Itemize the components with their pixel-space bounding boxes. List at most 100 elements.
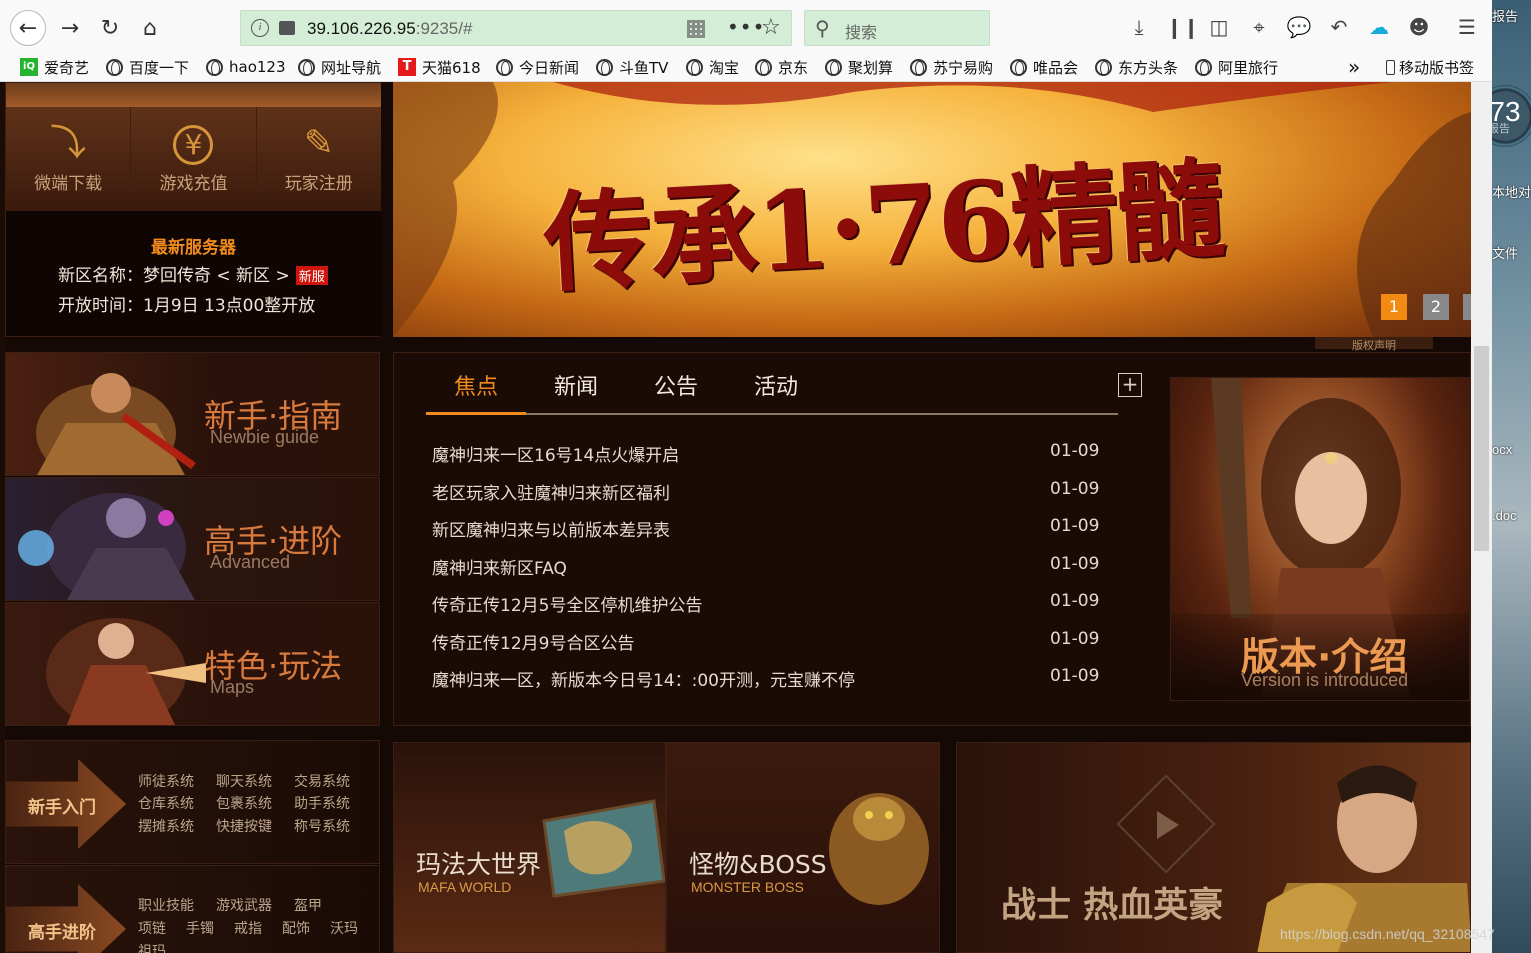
system-link[interactable]: 师徒系统 bbox=[138, 771, 194, 791]
system-link[interactable]: 手镯 bbox=[186, 918, 214, 938]
search-box[interactable]: ⚲ 搜索 bbox=[804, 10, 990, 46]
news-item[interactable]: 魔神归来一区，新版本今日号14：:00开测，元宝赚不停 01-09 bbox=[432, 666, 1104, 696]
system-link[interactable]: 戒指 bbox=[234, 918, 262, 938]
bookmarks-overflow-button[interactable]: » bbox=[1348, 55, 1360, 79]
page-actions-icon[interactable]: ••• bbox=[727, 15, 765, 39]
bookmark-label: 苏宁易购 bbox=[933, 58, 994, 77]
guide-features[interactable]: 特色·玩法 Maps bbox=[5, 602, 380, 726]
qr-code-icon[interactable] bbox=[687, 20, 705, 38]
system-link[interactable]: 游戏武器 bbox=[216, 895, 272, 915]
forward-button[interactable]: → bbox=[52, 10, 88, 46]
page-scrollbar[interactable] bbox=[1471, 82, 1492, 953]
news-item[interactable]: 传奇正传12月5号全区停机维护公告 01-09 bbox=[432, 591, 1104, 621]
system-link[interactable]: 沃玛 bbox=[330, 918, 358, 938]
banner-page-3[interactable]: 3 bbox=[1463, 294, 1471, 320]
bookmark-item[interactable]: 淘宝 bbox=[686, 56, 739, 78]
desktop-label[interactable]: 文件 bbox=[1492, 243, 1518, 262]
reload-button[interactable]: ↻ bbox=[92, 10, 128, 46]
desktop-label[interactable]: 本地对 bbox=[1492, 182, 1531, 201]
banner-page-1[interactable]: 1 bbox=[1381, 294, 1407, 320]
bookmark-item[interactable]: 东方头条 bbox=[1095, 56, 1178, 78]
play-icon[interactable] bbox=[1157, 811, 1179, 839]
system-link[interactable]: 聊天系统 bbox=[216, 771, 272, 791]
quick-link-download[interactable]: ⤵ 微端下载 bbox=[6, 107, 132, 211]
home-button[interactable]: ⌂ bbox=[132, 10, 168, 46]
news-date: 01-09 bbox=[1050, 441, 1100, 461]
url-text[interactable]: 39.106.226.95:9235/# bbox=[307, 19, 472, 39]
guide-newbie[interactable]: 新手·指南 Newbie guide bbox=[5, 352, 380, 476]
info-icon[interactable]: i bbox=[251, 19, 269, 37]
quick-link-recharge[interactable]: ¥ 游戏充值 bbox=[131, 107, 257, 211]
guide-advanced[interactable]: 高手·进阶 Advanced bbox=[5, 477, 380, 601]
bookmark-item[interactable]: 百度一下 bbox=[106, 56, 189, 78]
quick-link-register[interactable]: ✎ 玩家注册 bbox=[256, 107, 381, 211]
undo-icon[interactable]: ↶ bbox=[1326, 14, 1352, 40]
bookmark-label: 淘宝 bbox=[709, 58, 740, 77]
browser-toolbar: ← → ↻ ⌂ i 39.106.226.95:9235/# ••• ☆ ⚲ 搜… bbox=[0, 0, 1492, 56]
account-icon[interactable]: ☻ bbox=[1406, 14, 1432, 40]
bookmark-iqiyi[interactable]: iQ 爱奇艺 bbox=[20, 56, 89, 78]
system-link[interactable]: 职业技能 bbox=[138, 895, 194, 915]
bookmark-item[interactable]: 斗鱼TV bbox=[596, 56, 668, 78]
bookmark-tmall[interactable]: T 天猫618 bbox=[398, 56, 481, 78]
entry-title[interactable]: 高手进阶 bbox=[28, 918, 96, 943]
tab-announcements[interactable]: 公告 bbox=[654, 369, 698, 401]
scrollbar-thumb[interactable] bbox=[1474, 346, 1489, 551]
system-link[interactable]: 仓库系统 bbox=[138, 793, 194, 813]
bookmark-label: 东方头条 bbox=[1118, 58, 1179, 77]
system-link[interactable]: 称号系统 bbox=[294, 816, 350, 836]
more-news-button[interactable]: + bbox=[1118, 373, 1142, 397]
bookmark-item[interactable]: 京东 bbox=[755, 56, 808, 78]
bookmark-item[interactable]: 今日新闻 bbox=[496, 56, 579, 78]
bookmark-item[interactable]: 聚划算 bbox=[825, 56, 893, 78]
feature-mafa-world[interactable]: 玛法大世界 MAFA WORLD bbox=[393, 742, 666, 953]
cloud-icon[interactable]: ☁ bbox=[1366, 14, 1392, 40]
news-item[interactable]: 老区玩家入驻魔神归来新区福利 01-09 bbox=[432, 479, 1104, 509]
bookmark-label: 网址导航 bbox=[321, 58, 382, 77]
download-icon[interactable]: ⤓ bbox=[1126, 14, 1152, 40]
desktop-label[interactable]: ocx bbox=[1492, 442, 1512, 457]
screenshot-icon[interactable]: ⌖ bbox=[1246, 14, 1272, 40]
sidebar-icon[interactable]: ◫ bbox=[1206, 14, 1232, 40]
tab-news[interactable]: 新闻 bbox=[554, 369, 598, 401]
feature-warrior-video[interactable]: 战士 热血英豪 bbox=[956, 742, 1471, 953]
mobile-bookmarks[interactable]: 移动版书签 bbox=[1386, 56, 1474, 78]
bookmark-item[interactable]: 阿里旅行 bbox=[1195, 56, 1278, 78]
version-intro-card[interactable]: 版本·介绍 Version is introduced bbox=[1170, 377, 1470, 701]
system-link[interactable]: 快捷按键 bbox=[216, 816, 272, 836]
system-link[interactable]: 包裹系统 bbox=[216, 793, 272, 813]
system-link[interactable]: 盔甲 bbox=[294, 895, 322, 915]
entry-title[interactable]: 新手入门 bbox=[28, 793, 96, 818]
chat-icon[interactable]: 💬 bbox=[1286, 14, 1312, 40]
copyright-tab[interactable]: 版权声明 bbox=[1315, 337, 1433, 352]
system-link[interactable]: 助手系统 bbox=[294, 793, 350, 813]
desktop-label[interactable]: 报告 bbox=[1492, 6, 1518, 25]
tab-events[interactable]: 活动 bbox=[754, 369, 798, 401]
library-icon[interactable]: ❙❙ bbox=[1166, 14, 1200, 40]
system-link[interactable]: 摆摊系统 bbox=[138, 816, 194, 836]
news-item[interactable]: 传奇正传12月9号合区公告 01-09 bbox=[432, 629, 1104, 659]
bookmark-star-icon[interactable]: ☆ bbox=[761, 15, 781, 40]
bookmark-item[interactable]: 唯品会 bbox=[1010, 56, 1078, 78]
active-tab-indicator bbox=[426, 412, 526, 415]
bookmark-item[interactable]: 网址导航 bbox=[298, 56, 381, 78]
news-item[interactable]: 魔神归来一区16号14点火爆开启 01-09 bbox=[432, 441, 1104, 471]
banner-page-2[interactable]: 2 bbox=[1423, 294, 1449, 320]
news-item[interactable]: 新区魔神归来与以前版本差异表 01-09 bbox=[432, 516, 1104, 546]
bookmark-item[interactable]: 苏宁易购 bbox=[910, 56, 993, 78]
hero-banner[interactable]: 传承1·76精髓 1 2 3 bbox=[393, 82, 1471, 337]
address-bar[interactable]: i 39.106.226.95:9235/# ••• ☆ bbox=[240, 10, 792, 46]
news-title: 传奇正传12月9号合区公告 bbox=[432, 634, 635, 654]
system-link[interactable]: 祖玛 bbox=[138, 941, 166, 953]
tab-focus[interactable]: 焦点 bbox=[454, 369, 498, 401]
system-link[interactable]: 项链 bbox=[138, 918, 166, 938]
desktop-label[interactable]: .doc bbox=[1492, 508, 1517, 523]
entry-beginner: 新手入门 师徒系统 聊天系统 交易系统 仓库系统 包裹系统 助手系统 摆摊系统 … bbox=[5, 740, 380, 864]
system-link[interactable]: 配饰 bbox=[282, 918, 310, 938]
feature-monster-boss[interactable]: 怪物&BOSS MONSTER BOSS bbox=[666, 742, 940, 953]
menu-icon[interactable]: ☰ bbox=[1454, 14, 1480, 40]
back-button[interactable]: ← bbox=[10, 10, 46, 46]
bookmark-item[interactable]: hao123 bbox=[206, 56, 286, 78]
system-link[interactable]: 交易系统 bbox=[294, 771, 350, 791]
news-item[interactable]: 魔神归来新区FAQ 01-09 bbox=[432, 554, 1104, 584]
